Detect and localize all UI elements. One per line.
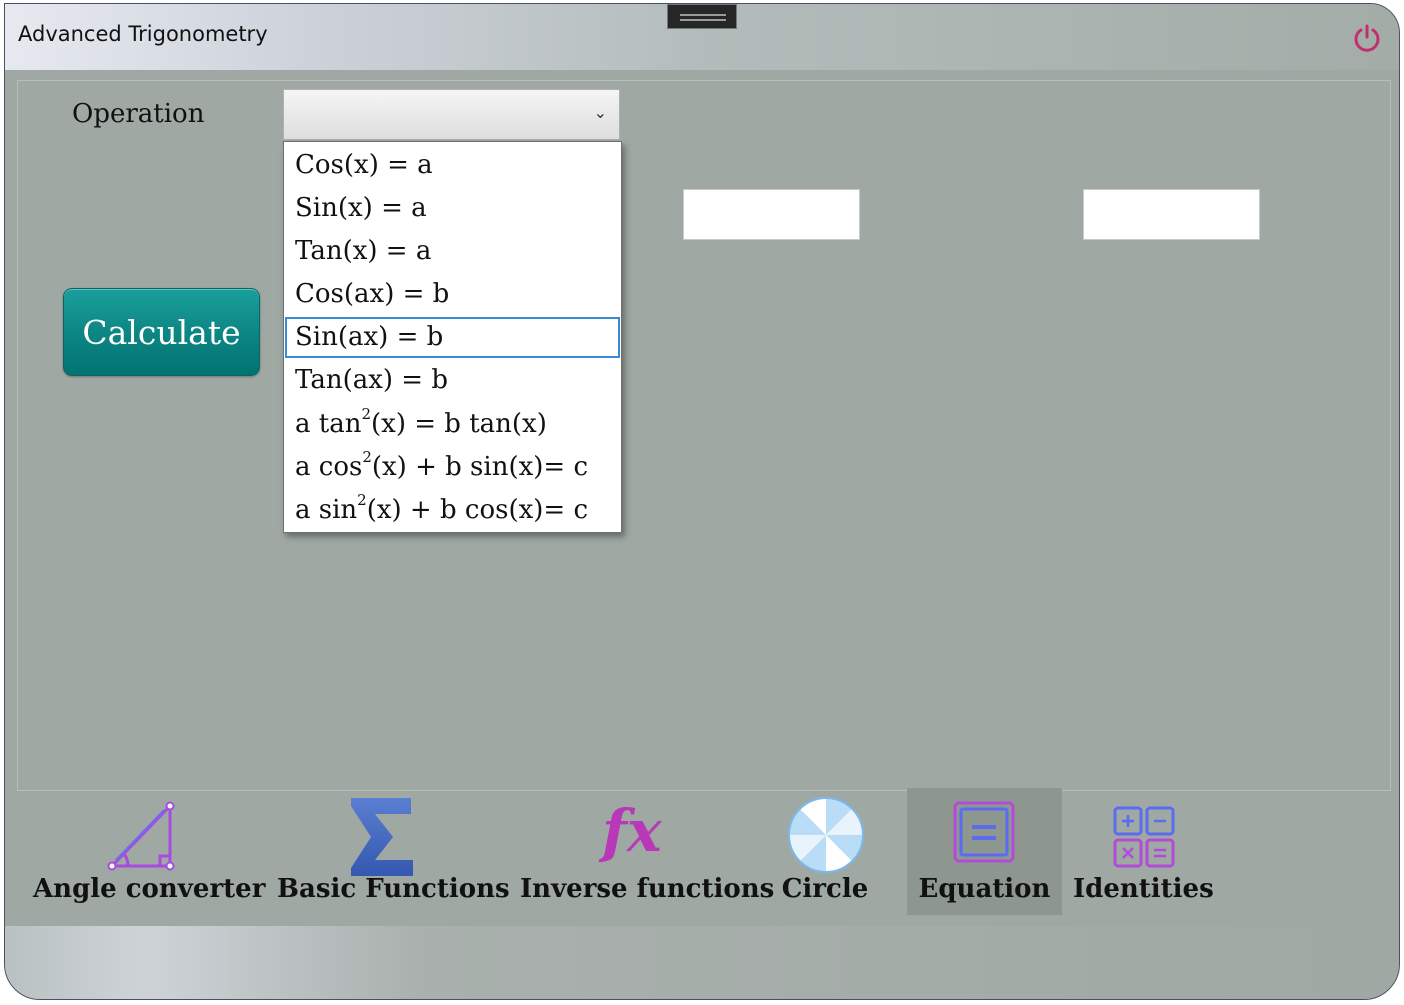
angle-triangle-icon xyxy=(106,800,178,876)
nav-label: Identities xyxy=(1073,874,1214,904)
sigma-icon xyxy=(349,796,415,882)
power-icon[interactable] xyxy=(1351,22,1383,54)
dropdown-item-tan-squared[interactable]: a tan2(x) = b tan(x) xyxy=(285,404,620,445)
nav-inverse-functions[interactable]: fx Inverse functions xyxy=(520,788,775,915)
fx-icon: fx xyxy=(602,797,662,865)
calculator-icon xyxy=(1113,806,1175,872)
calculate-button[interactable]: Calculate xyxy=(63,288,260,376)
input-a-field[interactable] xyxy=(683,189,860,240)
nav-identities[interactable]: Identities xyxy=(1073,788,1214,915)
nav-angle-converter[interactable]: Angle converter xyxy=(33,788,266,915)
dropdown-item-cos-x[interactable]: Cos(x) = a xyxy=(285,145,620,186)
bottom-nav: Angle converter Basic Functions fx Inver… xyxy=(5,788,1399,926)
title-bar[interactable]: Advanced Trigonometry xyxy=(5,4,1399,70)
operation-dropdown-list: Cos(x) = a Sin(x) = a Tan(x) = a Cos(ax)… xyxy=(283,141,622,533)
nav-label: Inverse functions xyxy=(520,874,775,904)
app-title: Advanced Trigonometry xyxy=(18,22,268,46)
dropdown-item-cos-squared[interactable]: a cos2(x) + b sin(x)= c xyxy=(285,447,620,488)
circle-icon xyxy=(787,796,865,878)
app-window: Advanced Trigonometry Operation ⌄ Calcul… xyxy=(4,3,1400,1000)
grip-handle-icon[interactable] xyxy=(667,4,737,29)
dropdown-item-sin-squared[interactable]: a sin2(x) + b cos(x)= c xyxy=(285,490,620,531)
nav-label: Basic Functions xyxy=(277,874,510,904)
nav-label: Equation xyxy=(918,874,1051,904)
footer-bar xyxy=(5,926,1399,999)
dropdown-item-tan-x[interactable]: Tan(x) = a xyxy=(285,231,620,272)
input-b-field[interactable] xyxy=(1083,189,1260,240)
content-panel xyxy=(17,80,1391,791)
nav-basic-functions[interactable]: Basic Functions xyxy=(277,788,510,915)
dropdown-item-tan-ax[interactable]: Tan(ax) = b xyxy=(285,360,620,401)
equation-icon xyxy=(952,800,1016,868)
dropdown-item-cos-ax[interactable]: Cos(ax) = b xyxy=(285,274,620,315)
operation-label: Operation xyxy=(72,99,205,129)
nav-label: Angle converter xyxy=(33,874,266,904)
nav-equation[interactable]: Equation xyxy=(907,788,1062,915)
operation-select[interactable]: ⌄ xyxy=(283,89,620,140)
nav-circle[interactable]: Circle xyxy=(775,788,875,915)
nav-label: Circle xyxy=(781,874,869,904)
chevron-down-icon: ⌄ xyxy=(593,103,607,122)
dropdown-item-sin-ax[interactable]: Sin(ax) = b xyxy=(285,317,620,358)
dropdown-item-sin-x[interactable]: Sin(x) = a xyxy=(285,188,620,229)
